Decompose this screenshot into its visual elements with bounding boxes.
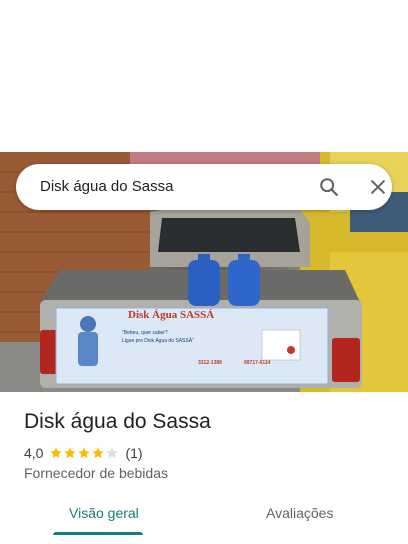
search-input[interactable]: Disk água do Sassa <box>40 178 173 195</box>
active-tab-indicator <box>53 532 143 535</box>
place-category: Fornecedor de bebidas <box>24 465 168 481</box>
search-icon[interactable] <box>318 176 340 198</box>
close-icon[interactable] <box>368 177 388 197</box>
rating-value: 4,0 <box>24 445 44 461</box>
top-blank-area <box>0 0 408 152</box>
banner-tagline-1: "Bebeu, quer saber? <box>122 330 168 336</box>
tab-overview[interactable]: Visão geral <box>69 505 139 521</box>
tab-reviews[interactable]: Avaliações <box>266 505 333 521</box>
star-filled-icon <box>64 447 77 459</box>
star-rating <box>49 446 119 460</box>
star-filled-icon <box>92 447 105 459</box>
banner-phone-2: 99717-6114 <box>244 360 271 366</box>
place-title: Disk água do Sassa <box>24 410 211 433</box>
banner-phone-1: 3312-1389 <box>198 360 222 366</box>
star-filled-icon <box>78 447 91 459</box>
star-filled-icon <box>50 447 63 459</box>
rating-row[interactable]: 4,0 (1) <box>24 444 143 462</box>
search-bar[interactable]: Disk água do Sassa <box>16 164 392 210</box>
banner-title: Disk Água SASSÁ <box>128 309 215 321</box>
star-empty-icon <box>106 447 119 459</box>
banner-tagline-2: Ligue pro Disk Água do SASSÁ" <box>122 338 194 344</box>
review-count[interactable]: (1) <box>125 445 142 461</box>
